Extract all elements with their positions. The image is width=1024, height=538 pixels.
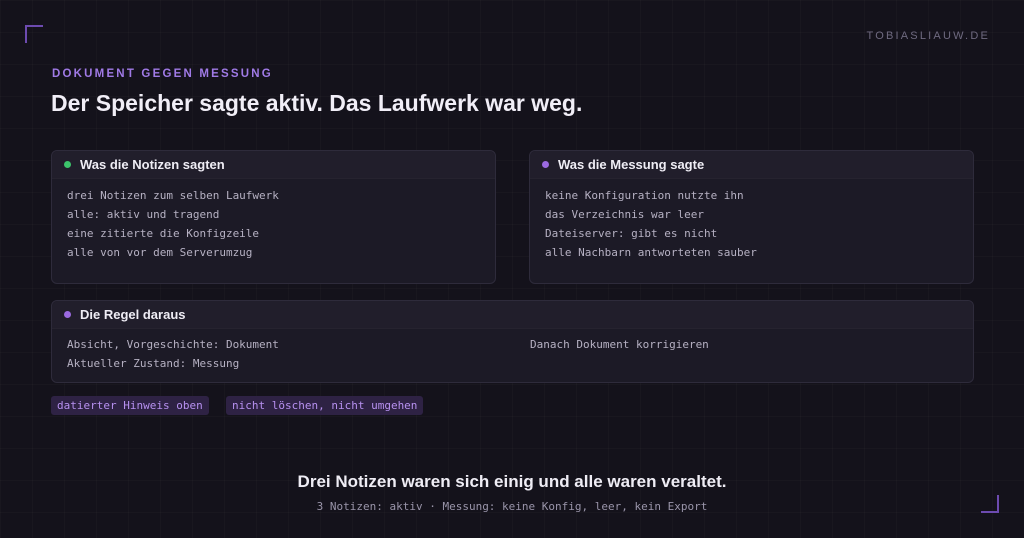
notes-card-header: Was die Notizen sagten [52, 151, 495, 179]
list-item: Absicht, Vorgeschichte: Dokument [67, 338, 279, 351]
notes-card-lines: drei Notizen zum selben Laufwerk alle: a… [52, 179, 495, 269]
list-item: alle: aktiv und tragend [67, 208, 220, 221]
rule-right-column: Danach Dokument korrigieren [530, 335, 709, 354]
measurement-card-header: Was die Messung sagte [530, 151, 973, 179]
tag-dated-note: datierter Hinweis oben [51, 396, 209, 415]
corner-bracket-top-left [25, 25, 43, 43]
list-item: alle Nachbarn antworteten sauber [545, 246, 757, 259]
list-item: drei Notizen zum selben Laufwerk [67, 189, 279, 202]
status-dot-icon [542, 161, 549, 168]
site-domain: TOBIASLIAUW.DE [866, 30, 990, 42]
rule-left-column: Absicht, Vorgeschichte: Dokument Aktuell… [67, 335, 279, 373]
measurement-card: Was die Messung sagte keine Konfiguratio… [529, 150, 974, 284]
list-item: Danach Dokument korrigieren [530, 338, 709, 351]
eyebrow-label: DOKUMENT GEGEN MESSUNG [52, 68, 273, 80]
footnote-text: 3 Notizen: aktiv · Messung: keine Konfig… [316, 500, 708, 513]
tag-do-not-delete: nicht löschen, nicht umgehen [226, 396, 424, 415]
page-title: Der Speicher sagte aktiv. Das Laufwerk w… [51, 90, 583, 116]
conclusion-text: Drei Notizen waren sich einig und alle w… [297, 472, 727, 491]
rule-card-title: Die Regel daraus [80, 307, 186, 322]
list-item: Aktueller Zustand: Messung [67, 357, 240, 370]
notes-card: Was die Notizen sagten drei Notizen zum … [51, 150, 496, 284]
status-dot-icon [64, 311, 71, 318]
list-item: Dateiserver: gibt es nicht [545, 227, 718, 240]
list-item: keine Konfiguration nutzte ihn [545, 189, 744, 202]
rule-card-body: Absicht, Vorgeschichte: Dokument Aktuell… [52, 329, 973, 379]
status-dot-icon [64, 161, 71, 168]
list-item: eine zitierte die Konfigzeile [67, 227, 260, 240]
notes-card-title: Was die Notizen sagten [80, 157, 225, 172]
list-item: das Verzeichnis war leer [545, 208, 704, 221]
measurement-card-lines: keine Konfiguration nutzte ihn das Verze… [530, 179, 973, 269]
list-item: alle von vor dem Serverumzug [67, 246, 253, 259]
measurement-card-title: Was die Messung sagte [558, 157, 705, 172]
rule-card: Die Regel daraus Absicht, Vorgeschichte:… [51, 300, 974, 383]
rule-card-header: Die Regel daraus [52, 301, 973, 329]
